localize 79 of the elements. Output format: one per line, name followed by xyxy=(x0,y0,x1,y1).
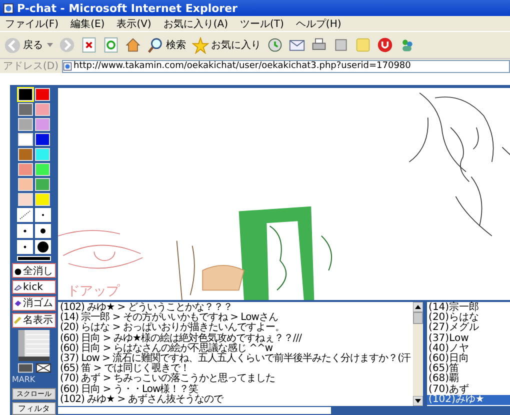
color-swatch[interactable] xyxy=(18,133,33,146)
color-swatch[interactable] xyxy=(35,133,50,146)
menu-item[interactable]: 表示(V) xyxy=(116,16,152,30)
color-swatch[interactable] xyxy=(35,178,50,191)
user-list-item[interactable]: (27)メグル xyxy=(426,323,510,334)
color-swatch[interactable] xyxy=(18,193,33,206)
chat-message: (60) 日向 > う・・Low様！？笑 xyxy=(60,384,198,395)
menu-item[interactable]: ツール(T) xyxy=(240,16,284,30)
stop-icon[interactable] xyxy=(81,37,97,53)
menu-item[interactable]: ファイル(F) xyxy=(5,16,59,30)
color-swatch[interactable] xyxy=(18,148,33,161)
address-label: アドレス(D) xyxy=(3,60,59,73)
scroll-up-icon[interactable] xyxy=(412,302,423,312)
tool-button[interactable]: 全消し xyxy=(12,263,56,278)
chat-message: (70) あず > ちみっこいの落こうかと思ってました xyxy=(60,374,276,384)
window-title: P-chat - Microsoft Internet Explorer xyxy=(17,2,238,14)
pencil-icon xyxy=(14,316,22,324)
user-list-item[interactable]: (68)覇 xyxy=(426,374,510,385)
favorites-button[interactable]: お気に入り xyxy=(192,36,261,54)
user-list-item[interactable]: (70)あず xyxy=(426,384,510,395)
user-list-item[interactable]: (102)みゆ★ xyxy=(426,394,510,406)
user-list-item[interactable]: (60)日向 xyxy=(426,354,510,364)
color-swatch[interactable] xyxy=(35,88,50,101)
color-swatch[interactable] xyxy=(35,148,50,161)
home-icon[interactable] xyxy=(125,37,141,53)
star-icon xyxy=(192,36,209,54)
color-swatch[interactable] xyxy=(18,103,33,116)
canvas-caption: ドアップ xyxy=(66,284,120,299)
tool-button[interactable]: 消ゴム xyxy=(12,296,56,311)
search-button[interactable]: 検索 xyxy=(147,36,186,54)
color-swatch[interactable] xyxy=(35,103,50,116)
back-button[interactable]: 戻る xyxy=(4,36,53,54)
menu-item[interactable]: 編集(E) xyxy=(70,16,105,30)
envelope-icon[interactable] xyxy=(36,363,50,373)
filter-button[interactable]: フィルタ xyxy=(12,402,56,415)
user-list-item[interactable]: (65)笛 xyxy=(426,364,510,374)
pen-size-icon[interactable] xyxy=(35,224,51,238)
color-swatch[interactable] xyxy=(35,163,50,176)
color-slider-drawing[interactable] xyxy=(16,330,52,361)
color-swatch[interactable] xyxy=(35,118,50,131)
chat-message: (60) 日向 > みゆ★様の絵は絶対色気攻めですねぇ？？/// xyxy=(60,334,303,344)
chat-message: (102) みゆ★ > あずさん抜そうなので xyxy=(60,394,224,406)
menu-item[interactable]: ヘルプ(H) xyxy=(296,16,342,30)
page-icon xyxy=(62,62,72,70)
scrollbar[interactable] xyxy=(412,302,423,406)
tool-button[interactable]: kick xyxy=(12,280,56,294)
chat-message: (60) 日向 > らはなさんの絵が不思議な感じ ^^w xyxy=(60,344,274,354)
print-icon[interactable] xyxy=(311,37,327,53)
menu-item[interactable]: お気に入り(A) xyxy=(163,16,228,30)
chat-message: (102) みゆ★ > どういうことかな？？？ xyxy=(60,303,234,313)
search-icon xyxy=(147,36,164,54)
chat-message: (20) らはな > おっぱいおりが描きたいんですよー。 xyxy=(60,323,286,334)
color-swatch[interactable] xyxy=(18,88,33,101)
chat-message: (37) Low > 流石に難関ですね、五人五人くらいで前半後半みたく分けますか？(汗 xyxy=(60,354,411,364)
user-list-item[interactable]: (14)宗一郎 xyxy=(426,303,510,314)
magnet-icon[interactable] xyxy=(377,37,393,53)
scroll-down-icon[interactable] xyxy=(412,396,423,406)
color-preview-bar xyxy=(17,256,51,262)
forward-icon[interactable] xyxy=(59,37,75,53)
mark-label: MARK xyxy=(12,375,36,384)
mark-toggle-icon[interactable] xyxy=(18,363,32,373)
page-icon xyxy=(3,2,14,14)
color-swatch[interactable] xyxy=(18,163,33,176)
pen-size-icon[interactable] xyxy=(35,240,51,254)
tool-button[interactable]: 名表示 xyxy=(12,312,56,328)
color-swatch[interactable] xyxy=(18,178,33,191)
mail-icon[interactable] xyxy=(289,37,305,53)
user-list-item[interactable]: (37)Low xyxy=(426,334,510,344)
refresh-icon[interactable] xyxy=(103,37,119,53)
chat-input-field[interactable] xyxy=(58,407,331,414)
user-list-item[interactable]: (40)ノヤ xyxy=(426,344,510,354)
caret-icon xyxy=(47,43,53,47)
edit-icon[interactable] xyxy=(333,37,349,53)
color-swatch[interactable] xyxy=(35,193,50,206)
scroll-thumb[interactable] xyxy=(412,312,423,324)
color-swatch[interactable] xyxy=(18,118,33,131)
address-field[interactable]: http://www.takamin.com/oekakichat/user/oekakichat3.php?userid=170980 xyxy=(62,60,510,72)
user-list-item[interactable]: (20)らはな xyxy=(426,313,510,324)
history-icon[interactable] xyxy=(267,37,283,53)
